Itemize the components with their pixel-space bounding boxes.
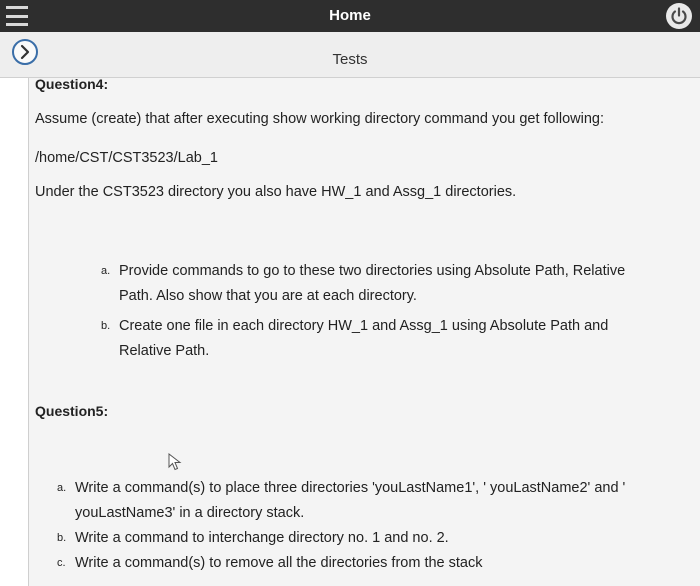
list-item-line: Create one file in each directory HW_1 a…: [119, 318, 609, 334]
list-item: a. Provide commands to go to these two d…: [101, 259, 625, 309]
mouse-pointer-icon: [168, 453, 182, 471]
question4-note: Under the CST3523 directory you also hav…: [35, 184, 517, 200]
question4-list: a. Provide commands to go to these two d…: [101, 259, 625, 364]
list-item-line: Path. Also show that you are at each dir…: [119, 288, 417, 304]
list-item-line: youLastName3' in a directory stack.: [75, 505, 305, 521]
power-icon[interactable]: [666, 3, 692, 29]
tests-title: Tests: [332, 51, 368, 68]
question-panel: Question4: Assume (create) that after ex…: [28, 76, 700, 586]
question5-heading: Question5:: [35, 403, 109, 419]
list-marker: b.: [57, 532, 67, 544]
question5-list: a. Write a command(s) to place three dir…: [57, 476, 625, 576]
list-item: b. Write a command to interchange direct…: [57, 526, 625, 551]
question4-path: /home/CST/CST3523/Lab_1: [35, 150, 218, 166]
sub-header: Tests: [0, 32, 700, 78]
list-item: a. Write a command(s) to place three dir…: [57, 476, 625, 526]
question4-heading: Question4:: [35, 76, 109, 92]
list-marker: c.: [57, 557, 66, 569]
list-item-line: Relative Path.: [119, 343, 210, 359]
question4-intro: Assume (create) that after executing sho…: [35, 111, 604, 127]
list-item: c. Write a command(s) to remove all the …: [57, 551, 625, 576]
list-item: b. Create one file in each directory HW_…: [101, 314, 625, 364]
top-app-bar: Home: [0, 0, 700, 32]
list-marker: a.: [101, 265, 111, 277]
list-item-line: Write a command(s) to place three direct…: [75, 480, 626, 496]
list-item-line: Write a command to interchange directory…: [75, 530, 449, 546]
list-item-line: Provide commands to go to these two dire…: [119, 263, 626, 279]
list-item-line: Write a command(s) to remove all the dir…: [75, 555, 483, 571]
home-title: Home: [329, 7, 371, 24]
list-marker: a.: [57, 482, 67, 494]
list-marker: b.: [101, 320, 111, 332]
